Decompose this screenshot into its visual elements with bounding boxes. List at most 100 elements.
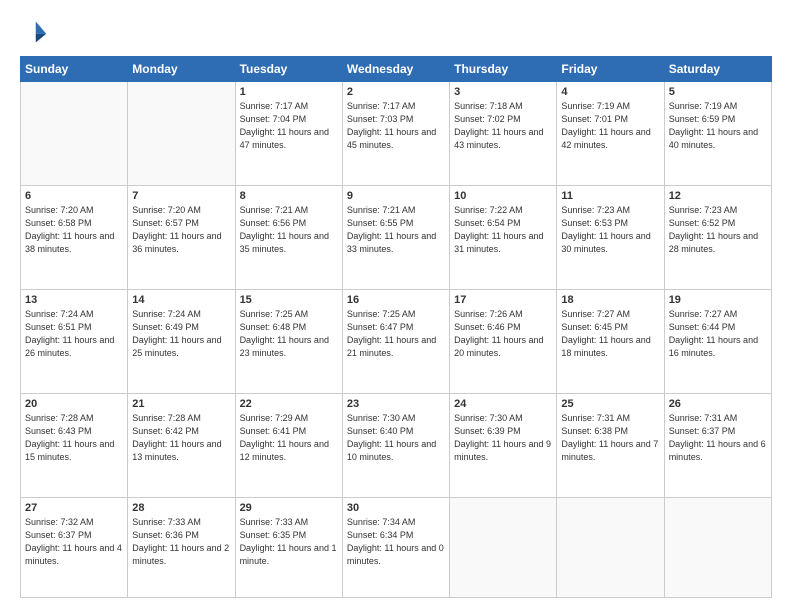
day-info: Sunrise: 7:30 AMSunset: 6:40 PMDaylight:… bbox=[347, 412, 445, 464]
day-number: 22 bbox=[240, 398, 338, 410]
day-info: Sunrise: 7:31 AMSunset: 6:37 PMDaylight:… bbox=[669, 412, 767, 464]
day-info: Sunrise: 7:25 AMSunset: 6:48 PMDaylight:… bbox=[240, 308, 338, 360]
calendar-cell: 24 Sunrise: 7:30 AMSunset: 6:39 PMDayligh… bbox=[450, 393, 557, 497]
calendar-cell: 4 Sunrise: 7:19 AMSunset: 7:01 PMDaylight… bbox=[557, 82, 664, 186]
calendar-cell: 20 Sunrise: 7:28 AMSunset: 6:43 PMDayligh… bbox=[21, 393, 128, 497]
day-number: 19 bbox=[669, 294, 767, 306]
day-number: 30 bbox=[347, 502, 445, 514]
calendar-cell: 18 Sunrise: 7:27 AMSunset: 6:45 PMDayligh… bbox=[557, 289, 664, 393]
day-number: 26 bbox=[669, 398, 767, 410]
calendar-cell: 7 Sunrise: 7:20 AMSunset: 6:57 PMDaylight… bbox=[128, 185, 235, 289]
day-info: Sunrise: 7:17 AMSunset: 7:04 PMDaylight:… bbox=[240, 100, 338, 152]
day-info: Sunrise: 7:23 AMSunset: 6:52 PMDaylight:… bbox=[669, 204, 767, 256]
day-number: 27 bbox=[25, 502, 123, 514]
calendar-cell: 3 Sunrise: 7:18 AMSunset: 7:02 PMDaylight… bbox=[450, 82, 557, 186]
day-info: Sunrise: 7:20 AMSunset: 6:57 PMDaylight:… bbox=[132, 204, 230, 256]
calendar-cell: 17 Sunrise: 7:26 AMSunset: 6:46 PMDayligh… bbox=[450, 289, 557, 393]
day-info: Sunrise: 7:33 AMSunset: 6:35 PMDaylight:… bbox=[240, 516, 338, 568]
calendar-cell: 9 Sunrise: 7:21 AMSunset: 6:55 PMDaylight… bbox=[342, 185, 449, 289]
calendar-cell: 26 Sunrise: 7:31 AMSunset: 6:37 PMDayligh… bbox=[664, 393, 771, 497]
day-number: 12 bbox=[669, 190, 767, 202]
day-info: Sunrise: 7:19 AMSunset: 7:01 PMDaylight:… bbox=[561, 100, 659, 152]
calendar-cell: 27 Sunrise: 7:32 AMSunset: 6:37 PMDayligh… bbox=[21, 497, 128, 597]
day-info: Sunrise: 7:19 AMSunset: 6:59 PMDaylight:… bbox=[669, 100, 767, 152]
day-info: Sunrise: 7:18 AMSunset: 7:02 PMDaylight:… bbox=[454, 100, 552, 152]
day-info: Sunrise: 7:28 AMSunset: 6:43 PMDaylight:… bbox=[25, 412, 123, 464]
day-number: 21 bbox=[132, 398, 230, 410]
day-number: 1 bbox=[240, 86, 338, 98]
calendar-cell: 15 Sunrise: 7:25 AMSunset: 6:48 PMDayligh… bbox=[235, 289, 342, 393]
day-info: Sunrise: 7:30 AMSunset: 6:39 PMDaylight:… bbox=[454, 412, 552, 464]
calendar-cell: 19Sunrise: 7:27 AMSunset: 6:44 PMDayligh… bbox=[664, 289, 771, 393]
calendar-cell: 29 Sunrise: 7:33 AMSunset: 6:35 PMDayligh… bbox=[235, 497, 342, 597]
day-info: Sunrise: 7:34 AMSunset: 6:34 PMDaylight:… bbox=[347, 516, 445, 568]
day-number: 18 bbox=[561, 294, 659, 306]
day-number: 29 bbox=[240, 502, 338, 514]
logo bbox=[20, 18, 52, 46]
calendar-header-wednesday: Wednesday bbox=[342, 57, 449, 82]
day-info: Sunrise: 7:24 AMSunset: 6:49 PMDaylight:… bbox=[132, 308, 230, 360]
logo-icon bbox=[20, 18, 48, 46]
day-info: Sunrise: 7:17 AMSunset: 7:03 PMDaylight:… bbox=[347, 100, 445, 152]
calendar-cell: 5 Sunrise: 7:19 AMSunset: 6:59 PMDaylight… bbox=[664, 82, 771, 186]
calendar-header-sunday: Sunday bbox=[21, 57, 128, 82]
calendar-cell: 11 Sunrise: 7:23 AMSunset: 6:53 PMDayligh… bbox=[557, 185, 664, 289]
day-number: 4 bbox=[561, 86, 659, 98]
day-info: Sunrise: 7:22 AMSunset: 6:54 PMDaylight:… bbox=[454, 204, 552, 256]
calendar-cell: 8 Sunrise: 7:21 AMSunset: 6:56 PMDaylight… bbox=[235, 185, 342, 289]
day-number: 11 bbox=[561, 190, 659, 202]
calendar-header-thursday: Thursday bbox=[450, 57, 557, 82]
page-header bbox=[20, 18, 772, 46]
calendar-cell: 6 Sunrise: 7:20 AMSunset: 6:58 PMDaylight… bbox=[21, 185, 128, 289]
calendar-cell: 2 Sunrise: 7:17 AMSunset: 7:03 PMDaylight… bbox=[342, 82, 449, 186]
day-number: 16 bbox=[347, 294, 445, 306]
day-number: 17 bbox=[454, 294, 552, 306]
day-info: Sunrise: 7:26 AMSunset: 6:46 PMDaylight:… bbox=[454, 308, 552, 360]
calendar-cell bbox=[128, 82, 235, 186]
calendar-cell: 10 Sunrise: 7:22 AMSunset: 6:54 PMDayligh… bbox=[450, 185, 557, 289]
calendar-header-saturday: Saturday bbox=[664, 57, 771, 82]
calendar-cell: 23Sunrise: 7:30 AMSunset: 6:40 PMDayligh… bbox=[342, 393, 449, 497]
day-number: 3 bbox=[454, 86, 552, 98]
calendar-header-friday: Friday bbox=[557, 57, 664, 82]
calendar-cell bbox=[450, 497, 557, 597]
calendar-cell: 16 Sunrise: 7:25 AMSunset: 6:47 PMDayligh… bbox=[342, 289, 449, 393]
day-info: Sunrise: 7:32 AMSunset: 6:37 PMDaylight:… bbox=[25, 516, 123, 568]
day-number: 14 bbox=[132, 294, 230, 306]
day-number: 13 bbox=[25, 294, 123, 306]
calendar-cell: 12 Sunrise: 7:23 AMSunset: 6:52 PMDayligh… bbox=[664, 185, 771, 289]
day-info: Sunrise: 7:28 AMSunset: 6:42 PMDaylight:… bbox=[132, 412, 230, 464]
day-info: Sunrise: 7:27 AMSunset: 6:45 PMDaylight:… bbox=[561, 308, 659, 360]
calendar-cell: 13Sunrise: 7:24 AMSunset: 6:51 PMDayligh… bbox=[21, 289, 128, 393]
day-info: Sunrise: 7:20 AMSunset: 6:58 PMDaylight:… bbox=[25, 204, 123, 256]
day-info: Sunrise: 7:23 AMSunset: 6:53 PMDaylight:… bbox=[561, 204, 659, 256]
calendar-cell: 14 Sunrise: 7:24 AMSunset: 6:49 PMDayligh… bbox=[128, 289, 235, 393]
day-number: 8 bbox=[240, 190, 338, 202]
calendar-cell: 22 Sunrise: 7:29 AMSunset: 6:41 PMDayligh… bbox=[235, 393, 342, 497]
calendar-cell: 30 Sunrise: 7:34 AMSunset: 6:34 PMDayligh… bbox=[342, 497, 449, 597]
day-number: 28 bbox=[132, 502, 230, 514]
day-info: Sunrise: 7:29 AMSunset: 6:41 PMDaylight:… bbox=[240, 412, 338, 464]
day-info: Sunrise: 7:31 AMSunset: 6:38 PMDaylight:… bbox=[561, 412, 659, 464]
day-info: Sunrise: 7:33 AMSunset: 6:36 PMDaylight:… bbox=[132, 516, 230, 568]
calendar-table: SundayMondayTuesdayWednesdayThursdayFrid… bbox=[20, 56, 772, 598]
calendar-cell: 21 Sunrise: 7:28 AMSunset: 6:42 PMDayligh… bbox=[128, 393, 235, 497]
day-number: 7 bbox=[132, 190, 230, 202]
day-info: Sunrise: 7:25 AMSunset: 6:47 PMDaylight:… bbox=[347, 308, 445, 360]
day-info: Sunrise: 7:21 AMSunset: 6:55 PMDaylight:… bbox=[347, 204, 445, 256]
day-number: 6 bbox=[25, 190, 123, 202]
day-number: 24 bbox=[454, 398, 552, 410]
day-number: 20 bbox=[25, 398, 123, 410]
day-number: 9 bbox=[347, 190, 445, 202]
day-info: Sunrise: 7:21 AMSunset: 6:56 PMDaylight:… bbox=[240, 204, 338, 256]
day-number: 10 bbox=[454, 190, 552, 202]
day-number: 2 bbox=[347, 86, 445, 98]
day-number: 15 bbox=[240, 294, 338, 306]
calendar-cell: 1 Sunrise: 7:17 AMSunset: 7:04 PMDaylight… bbox=[235, 82, 342, 186]
calendar-cell: 25Sunrise: 7:31 AMSunset: 6:38 PMDayligh… bbox=[557, 393, 664, 497]
calendar-header-tuesday: Tuesday bbox=[235, 57, 342, 82]
day-number: 5 bbox=[669, 86, 767, 98]
calendar-cell: 28 Sunrise: 7:33 AMSunset: 6:36 PMDayligh… bbox=[128, 497, 235, 597]
calendar-cell bbox=[557, 497, 664, 597]
calendar-header-monday: Monday bbox=[128, 57, 235, 82]
